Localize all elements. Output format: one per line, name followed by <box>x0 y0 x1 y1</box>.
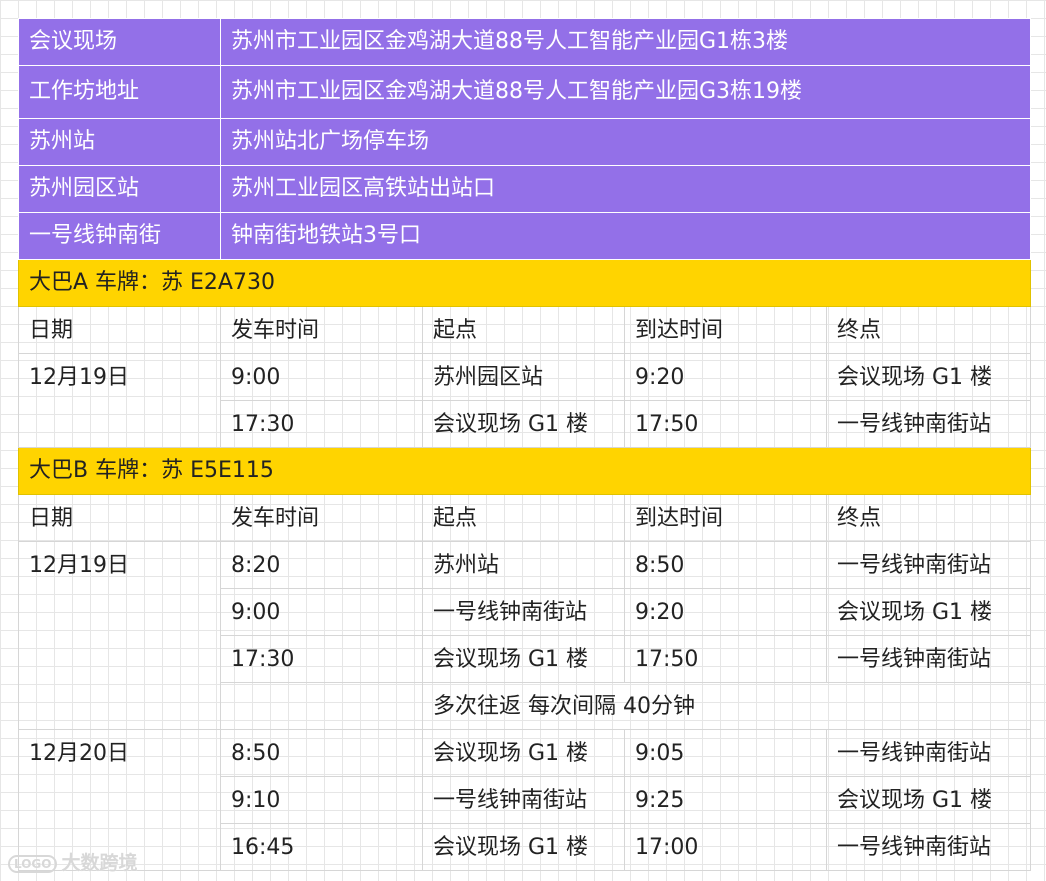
info-row: 苏州园区站 苏州工业园区高铁站出站口 <box>18 165 1032 213</box>
origin-cell[interactable]: 一号线钟南街站 <box>422 588 625 636</box>
info-value[interactable]: 苏州站北广场停车场 <box>219 118 1032 166</box>
depart-time-cell[interactable]: 9:00 <box>220 353 423 401</box>
header-depart-time[interactable]: 发车时间 <box>220 494 423 542</box>
table-row: 12月19日 9:00 苏州园区站 9:20 会议现场 G1 楼 <box>18 353 1032 448</box>
depart-time-cell[interactable]: 17:30 <box>220 400 423 448</box>
origin-cell[interactable]: 苏州园区站 <box>422 353 625 401</box>
info-row: 苏州站 苏州站北广场停车场 <box>18 118 1032 166</box>
header-date[interactable]: 日期 <box>18 494 221 542</box>
arrive-time-cell[interactable]: 9:20 <box>624 353 827 401</box>
header-arrive-time[interactable]: 到达时间 <box>624 494 827 542</box>
depart-time-cell[interactable]: 17:30 <box>220 635 423 683</box>
column-header-row: 日期 发车时间 起点 到达时间 终点 <box>18 494 1032 542</box>
header-origin[interactable]: 起点 <box>422 494 625 542</box>
depart-time-cell[interactable]: 16:45 <box>220 823 423 871</box>
destination-cell[interactable]: 一号线钟南街站 <box>825 635 1032 683</box>
destination-cell[interactable]: 一号线钟南街站 <box>825 823 1032 871</box>
header-depart-time[interactable]: 发车时间 <box>220 306 423 354</box>
info-label[interactable]: 会议现场 <box>18 18 221 66</box>
info-value[interactable]: 苏州市工业园区金鸡湖大道88号人工智能产业园G3栋19楼 <box>219 65 1032 119</box>
origin-cell[interactable]: 会议现场 G1 楼 <box>422 823 625 871</box>
origin-cell[interactable]: 会议现场 G1 楼 <box>422 729 625 777</box>
info-label[interactable]: 苏州站 <box>18 118 221 166</box>
info-label[interactable]: 苏州园区站 <box>18 165 221 213</box>
table-row: 12月20日 8:50 会议现场 G1 楼 9:05 一号线钟南街站 <box>18 729 1032 871</box>
arrive-time-cell[interactable]: 9:05 <box>624 729 827 777</box>
info-label[interactable]: 工作坊地址 <box>18 65 221 119</box>
column-header-row: 日期 发车时间 起点 到达时间 终点 <box>18 306 1032 354</box>
bus-b-header-row: 大巴B 车牌：苏 E5E115 <box>17 447 1032 495</box>
origin-cell[interactable]: 会议现场 G1 楼 <box>422 635 625 683</box>
info-row: 工作坊地址 苏州市工业园区金鸡湖大道88号人工智能产业园G3栋19楼 <box>18 65 1032 119</box>
depart-time-cell[interactable]: 9:10 <box>220 776 423 824</box>
origin-cell[interactable]: 苏州站 <box>422 541 625 589</box>
destination-cell[interactable]: 会议现场 G1 楼 <box>825 353 1032 401</box>
info-value[interactable]: 苏州市工业园区金鸡湖大道88号人工智能产业园G1栋3楼 <box>219 18 1032 66</box>
info-value[interactable]: 钟南街地铁站3号口 <box>219 212 1032 260</box>
info-row: 会议现场 苏州市工业园区金鸡湖大道88号人工智能产业园G1栋3楼 <box>18 18 1032 66</box>
watermark: LOGO 大数跨境 <box>8 848 138 875</box>
table-row: 12月19日 8:20 苏州站 8:50 一号线钟南街站 <box>18 541 1032 730</box>
header-destination[interactable]: 终点 <box>825 494 1032 542</box>
header-destination[interactable]: 终点 <box>825 306 1032 354</box>
arrive-time-cell[interactable]: 17:00 <box>624 823 827 871</box>
header-date[interactable]: 日期 <box>18 306 221 354</box>
info-label[interactable]: 一号线钟南街 <box>18 212 221 260</box>
bus-b-title[interactable]: 大巴B 车牌：苏 E5E115 <box>17 447 1032 495</box>
arrive-time-cell[interactable]: 17:50 <box>624 635 827 683</box>
note-cell[interactable]: 多次往返 每次间隔 40分钟 <box>421 682 1032 730</box>
destination-cell[interactable]: 会议现场 G1 楼 <box>825 776 1032 824</box>
depart-time-cell[interactable]: 8:20 <box>220 541 423 589</box>
destination-cell[interactable]: 会议现场 G1 楼 <box>825 588 1032 636</box>
bus-a-header-row: 大巴A 车牌：苏 E2A730 <box>17 259 1032 307</box>
arrive-time-cell[interactable]: 9:20 <box>624 588 827 636</box>
origin-cell[interactable]: 会议现场 G1 楼 <box>422 400 625 448</box>
shuttle-schedule-table: 会议现场 苏州市工业园区金鸡湖大道88号人工智能产业园G1栋3楼 工作坊地址 苏… <box>17 18 1032 871</box>
destination-cell[interactable]: 一号线钟南街站 <box>825 400 1032 448</box>
destination-cell[interactable]: 一号线钟南街站 <box>825 541 1032 589</box>
arrive-time-cell[interactable]: 9:25 <box>624 776 827 824</box>
empty-cell[interactable] <box>220 682 423 730</box>
watermark-logo: LOGO <box>8 854 58 873</box>
date-cell[interactable]: 12月19日 <box>18 541 221 730</box>
date-cell[interactable]: 12月19日 <box>18 353 221 448</box>
destination-cell[interactable]: 一号线钟南街站 <box>825 729 1032 777</box>
depart-time-cell[interactable]: 8:50 <box>220 729 423 777</box>
info-value[interactable]: 苏州工业园区高铁站出站口 <box>219 165 1032 213</box>
bus-a-title[interactable]: 大巴A 车牌：苏 E2A730 <box>17 259 1032 307</box>
depart-time-cell[interactable]: 9:00 <box>220 588 423 636</box>
watermark-text: 大数跨境 <box>61 852 138 874</box>
arrive-time-cell[interactable]: 17:50 <box>624 400 827 448</box>
info-row: 一号线钟南街 钟南街地铁站3号口 <box>18 212 1032 260</box>
header-arrive-time[interactable]: 到达时间 <box>624 306 827 354</box>
origin-cell[interactable]: 一号线钟南街站 <box>422 776 625 824</box>
arrive-time-cell[interactable]: 8:50 <box>624 541 827 589</box>
header-origin[interactable]: 起点 <box>422 306 625 354</box>
